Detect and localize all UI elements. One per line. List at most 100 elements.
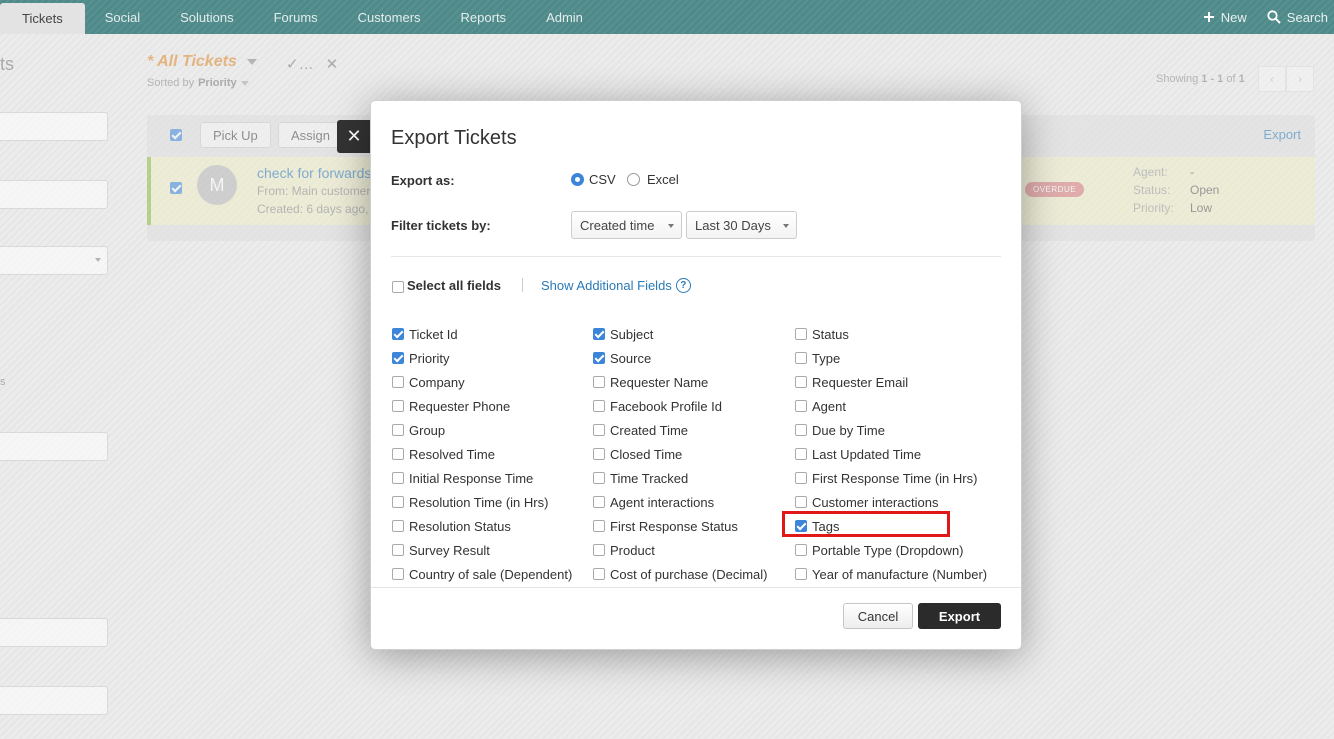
field-checkbox-item[interactable]: Country of sale (Dependent) [391, 562, 592, 586]
field-checkbox[interactable] [795, 496, 807, 508]
field-checkbox[interactable] [593, 520, 605, 532]
field-checkbox-item[interactable]: Initial Response Time [391, 466, 592, 490]
help-icon[interactable]: ? [675, 278, 691, 293]
export-tickets-modal: Export Tickets Export as: CSV Excel Filt… [370, 100, 1022, 650]
field-checkbox-item[interactable]: Company [391, 370, 592, 394]
field-checkbox[interactable] [795, 544, 807, 556]
pick-up-button[interactable]: Pick Up [200, 122, 271, 148]
field-checkbox-item[interactable]: Customer interactions [794, 490, 1001, 514]
field-checkbox[interactable] [795, 472, 807, 484]
field-checkbox[interactable] [392, 448, 404, 460]
field-checkbox-item[interactable]: Type [794, 346, 1001, 370]
sidebar-filter-input[interactable] [0, 686, 108, 715]
field-checkbox[interactable] [593, 496, 605, 508]
cancel-button[interactable]: Cancel [843, 603, 913, 629]
field-checkbox[interactable] [795, 376, 807, 388]
modal-close-button[interactable]: ✕ [337, 120, 371, 153]
field-checkbox-item[interactable]: Created Time [592, 418, 794, 442]
csv-radio[interactable] [571, 173, 584, 186]
field-checkbox[interactable] [593, 328, 605, 340]
field-checkbox[interactable] [392, 568, 404, 580]
field-checkbox-item[interactable]: Last Updated Time [794, 442, 1001, 466]
field-checkbox[interactable] [593, 400, 605, 412]
export-as-label: Export as: [391, 173, 455, 188]
field-checkbox[interactable] [593, 568, 605, 580]
field-checkbox[interactable] [593, 544, 605, 556]
sidebar-filter-input[interactable] [0, 112, 108, 141]
select-all-tickets-checkbox[interactable] [170, 129, 182, 141]
field-label: Portable Type (Dropdown) [812, 542, 964, 558]
field-checkbox[interactable] [392, 352, 404, 364]
field-checkbox[interactable] [392, 472, 404, 484]
field-checkbox[interactable] [593, 448, 605, 460]
field-checkbox-item[interactable]: Portable Type (Dropdown) [794, 538, 1001, 562]
sort-control[interactable]: Sorted by Priority [147, 77, 249, 89]
field-checkbox-item[interactable]: Subject [592, 322, 794, 346]
save-view-icon[interactable]: ✓… [286, 55, 314, 73]
filter-range-select[interactable]: Last 30 Days [686, 211, 797, 239]
ticket-subject-link[interactable]: check for forwards [257, 165, 371, 181]
field-checkbox[interactable] [593, 376, 605, 388]
field-checkbox-item[interactable]: Requester Name [592, 370, 794, 394]
field-checkbox-item[interactable]: Due by Time [794, 418, 1001, 442]
field-checkbox-item[interactable]: Tags [794, 514, 1001, 538]
field-checkbox[interactable] [392, 496, 404, 508]
field-checkbox[interactable] [392, 376, 404, 388]
field-checkbox-item[interactable]: Agent interactions [592, 490, 794, 514]
field-checkbox-item[interactable]: Requester Phone [391, 394, 592, 418]
field-checkbox-item[interactable]: Requester Email [794, 370, 1001, 394]
sidebar-filter-input[interactable] [0, 432, 108, 461]
field-checkbox-item[interactable]: Closed Time [592, 442, 794, 466]
next-page-icon[interactable]: › [1286, 66, 1314, 92]
view-title[interactable]: * All Tickets [147, 53, 257, 71]
field-checkbox[interactable] [795, 448, 807, 460]
assign-button[interactable]: Assign [278, 122, 344, 148]
sidebar-filter-input[interactable] [0, 180, 108, 209]
field-checkbox[interactable] [392, 544, 404, 556]
excel-label[interactable]: Excel [647, 172, 679, 187]
field-checkbox-item[interactable]: Group [391, 418, 592, 442]
sidebar-filter-input[interactable] [0, 618, 108, 647]
field-checkbox-item[interactable]: Resolution Time (in Hrs) [391, 490, 592, 514]
field-checkbox[interactable] [795, 424, 807, 436]
field-checkbox[interactable] [392, 520, 404, 532]
field-checkbox[interactable] [392, 328, 404, 340]
filter-field-select[interactable]: Created time [571, 211, 682, 239]
field-checkbox-item[interactable]: Resolution Status [391, 514, 592, 538]
field-checkbox-item[interactable]: Ticket Id [391, 322, 592, 346]
field-checkbox[interactable] [593, 424, 605, 436]
field-checkbox[interactable] [795, 328, 807, 340]
field-checkbox[interactable] [392, 400, 404, 412]
field-checkbox-item[interactable]: Time Tracked [592, 466, 794, 490]
field-checkbox-item[interactable]: Year of manufacture (Number) [794, 562, 1001, 586]
prev-page-icon[interactable]: ‹ [1258, 66, 1286, 92]
field-checkbox-item[interactable]: Survey Result [391, 538, 592, 562]
field-checkbox-item[interactable]: First Response Status [592, 514, 794, 538]
field-checkbox[interactable] [593, 472, 605, 484]
show-additional-fields-link[interactable]: Show Additional Fields ? [541, 278, 691, 293]
field-checkbox-item[interactable]: Priority [391, 346, 592, 370]
field-checkbox[interactable] [795, 520, 807, 532]
field-checkbox[interactable] [593, 352, 605, 364]
select-all-checkbox[interactable] [392, 281, 404, 293]
excel-radio[interactable] [627, 173, 640, 186]
csv-label[interactable]: CSV [589, 172, 616, 187]
field-checkbox-item[interactable]: Resolved Time [391, 442, 592, 466]
field-checkbox[interactable] [795, 568, 807, 580]
export-link[interactable]: Export [1263, 127, 1301, 142]
field-checkbox[interactable] [392, 424, 404, 436]
field-checkbox[interactable] [795, 400, 807, 412]
export-button[interactable]: Export [918, 603, 1001, 629]
close-icon[interactable]: ✕ [326, 55, 339, 73]
ticket-checkbox[interactable] [170, 182, 182, 194]
field-checkbox-item[interactable]: Agent [794, 394, 1001, 418]
field-checkbox-item[interactable]: Product [592, 538, 794, 562]
field-checkbox-item[interactable]: First Response Time (in Hrs) [794, 466, 1001, 490]
field-checkbox-item[interactable]: Status [794, 322, 1001, 346]
field-checkbox-item[interactable]: Cost of purchase (Decimal) [592, 562, 794, 586]
sidebar-filter-select[interactable] [0, 246, 108, 275]
field-checkbox-item[interactable]: Facebook Profile Id [592, 394, 794, 418]
field-checkbox[interactable] [795, 352, 807, 364]
select-all-label[interactable]: Select all fields [407, 278, 501, 293]
field-checkbox-item[interactable]: Source [592, 346, 794, 370]
